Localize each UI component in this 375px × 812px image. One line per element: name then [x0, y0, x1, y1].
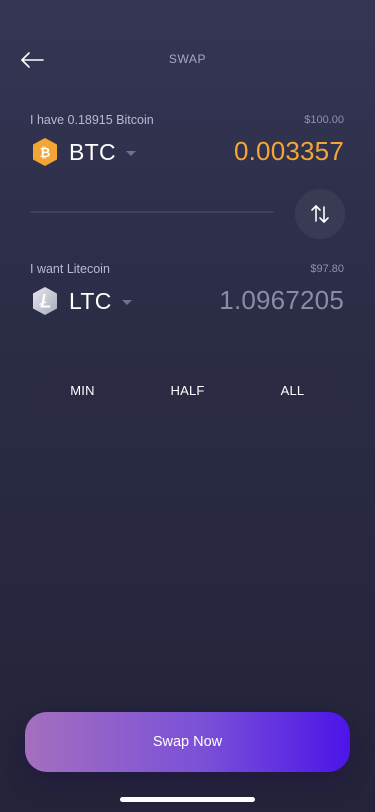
all-button[interactable]: ALL — [240, 383, 345, 398]
from-currency-selector[interactable]: ₿ BTC — [31, 136, 136, 168]
from-amount-input[interactable]: 0.003357 — [234, 136, 344, 167]
home-indicator — [120, 797, 255, 802]
min-button[interactable]: MIN — [30, 383, 135, 398]
page-title: SWAP — [168, 52, 207, 66]
from-fiat-value: $100.00 — [304, 114, 344, 126]
swap-direction-button[interactable] — [295, 189, 345, 239]
to-fiat-value: $97.80 — [310, 263, 344, 275]
to-ticker: LTC — [69, 287, 112, 314]
swap-now-button[interactable]: Swap Now — [25, 712, 350, 772]
divider — [30, 211, 274, 213]
from-ticker: BTC — [69, 138, 116, 165]
to-currency-label: I want Litecoin — [30, 262, 110, 276]
quick-amount-bar: MIN HALF ALL — [30, 360, 345, 420]
half-button[interactable]: HALF — [135, 383, 240, 398]
litecoin-icon — [33, 287, 57, 315]
to-currency-selector[interactable]: LTC — [31, 285, 132, 317]
chevron-down-icon — [125, 150, 136, 156]
svg-text:₿: ₿ — [40, 146, 51, 161]
from-balance-label: I have 0.18915 Bitcoin — [30, 113, 154, 127]
chevron-down-icon — [121, 299, 132, 305]
swap-arrows-icon — [311, 205, 329, 223]
to-amount-output: 1.0967205 — [219, 285, 344, 315]
bitcoin-icon: ₿ — [33, 138, 57, 166]
